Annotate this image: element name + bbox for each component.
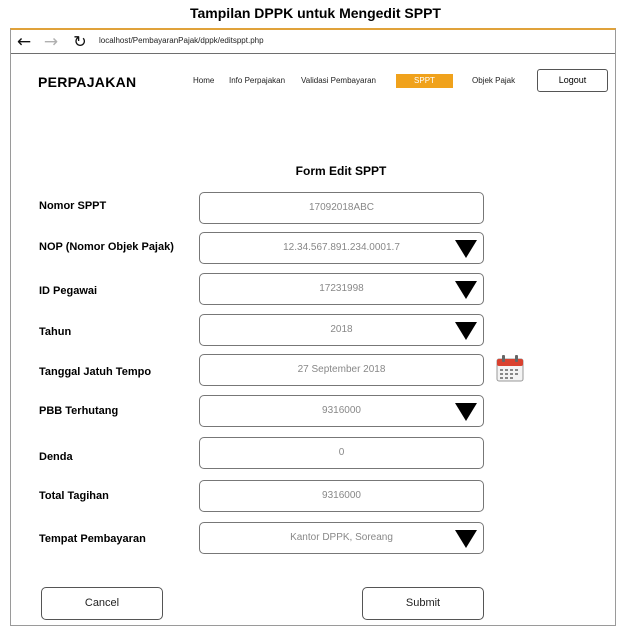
url-field[interactable]: localhost/PembayaranPajak/dppk/editsppt.…: [99, 36, 264, 45]
logout-button[interactable]: Logout: [537, 69, 608, 92]
nav-validasi-pembayaran[interactable]: Validasi Pembayaran: [301, 76, 376, 85]
label-denda: Denda: [39, 451, 73, 463]
denda-input[interactable]: 0: [199, 437, 484, 469]
tempat-pembayaran-value: Kantor DPPK, Soreang: [290, 532, 393, 543]
tahun-select[interactable]: 2018: [199, 314, 484, 346]
denda-value: 0: [338, 447, 345, 458]
form-title: Form Edit SPPT: [295, 164, 387, 178]
label-nop: NOP (Nomor Objek Pajak): [39, 241, 174, 253]
page-caption: Tampilan DPPK untuk Mengedit SPPT: [190, 5, 441, 21]
label-nomor-sppt: Nomor SPPT: [39, 200, 107, 212]
pbb-terhutang-value: 9316000: [322, 405, 361, 416]
reload-icon[interactable]: ↻: [69, 32, 91, 52]
label-tahun: Tahun: [39, 326, 72, 338]
dropdown-arrow-icon[interactable]: [455, 530, 477, 548]
nop-value: 12.34.567.891.234.0001.7: [283, 242, 400, 253]
total-tagihan-input[interactable]: 9316000: [199, 480, 484, 512]
total-tagihan-value: 9316000: [322, 490, 361, 501]
label-id-pegawai: ID Pegawai: [39, 285, 98, 297]
nomor-sppt-input[interactable]: 17092018ABC: [199, 192, 484, 224]
label-tanggal-jatuh-tempo: Tanggal Jatuh Tempo: [39, 366, 152, 378]
label-total-tagihan: Total Tagihan: [39, 490, 109, 502]
label-pbb-terhutang: PBB Terhutang: [39, 405, 119, 417]
browser-window: ← → ↻ localhost/PembayaranPajak/dppk/edi…: [10, 28, 616, 626]
id-pegawai-value: 17231998: [319, 283, 364, 294]
address-bar: ← → ↻ localhost/PembayaranPajak/dppk/edi…: [11, 30, 615, 54]
tanggal-jatuh-tempo-value: 27 September 2018: [297, 364, 386, 375]
label-tempat-pembayaran: Tempat Pembayaran: [39, 533, 146, 545]
dropdown-arrow-icon[interactable]: [455, 240, 477, 258]
tanggal-jatuh-tempo-input[interactable]: 27 September 2018: [199, 354, 484, 386]
nav-home[interactable]: Home: [193, 76, 214, 85]
pbb-terhutang-select[interactable]: 9316000: [199, 395, 484, 427]
nop-select[interactable]: 12.34.567.891.234.0001.7: [199, 232, 484, 264]
arrow-left-icon[interactable]: ←: [13, 32, 35, 52]
cancel-button[interactable]: Cancel: [41, 587, 163, 620]
nomor-sppt-value: 17092018ABC: [308, 202, 375, 213]
dropdown-arrow-icon[interactable]: [455, 322, 477, 340]
dropdown-arrow-icon[interactable]: [455, 403, 477, 421]
dropdown-arrow-icon[interactable]: [455, 281, 477, 299]
id-pegawai-select[interactable]: 17231998: [199, 273, 484, 305]
nav-info-perpajakan[interactable]: Info Perpajakan: [229, 76, 285, 85]
nav-objek-pajak[interactable]: Objek Pajak: [472, 76, 515, 85]
nav-sppt[interactable]: SPPT: [396, 74, 453, 88]
arrow-right-icon[interactable]: →: [40, 32, 62, 52]
tempat-pembayaran-select[interactable]: Kantor DPPK, Soreang: [199, 522, 484, 554]
submit-button[interactable]: Submit: [362, 587, 484, 620]
calendar-icon[interactable]: [496, 354, 524, 382]
brand-title: PERPAJAKAN: [38, 74, 137, 90]
tahun-value: 2018: [330, 324, 353, 335]
